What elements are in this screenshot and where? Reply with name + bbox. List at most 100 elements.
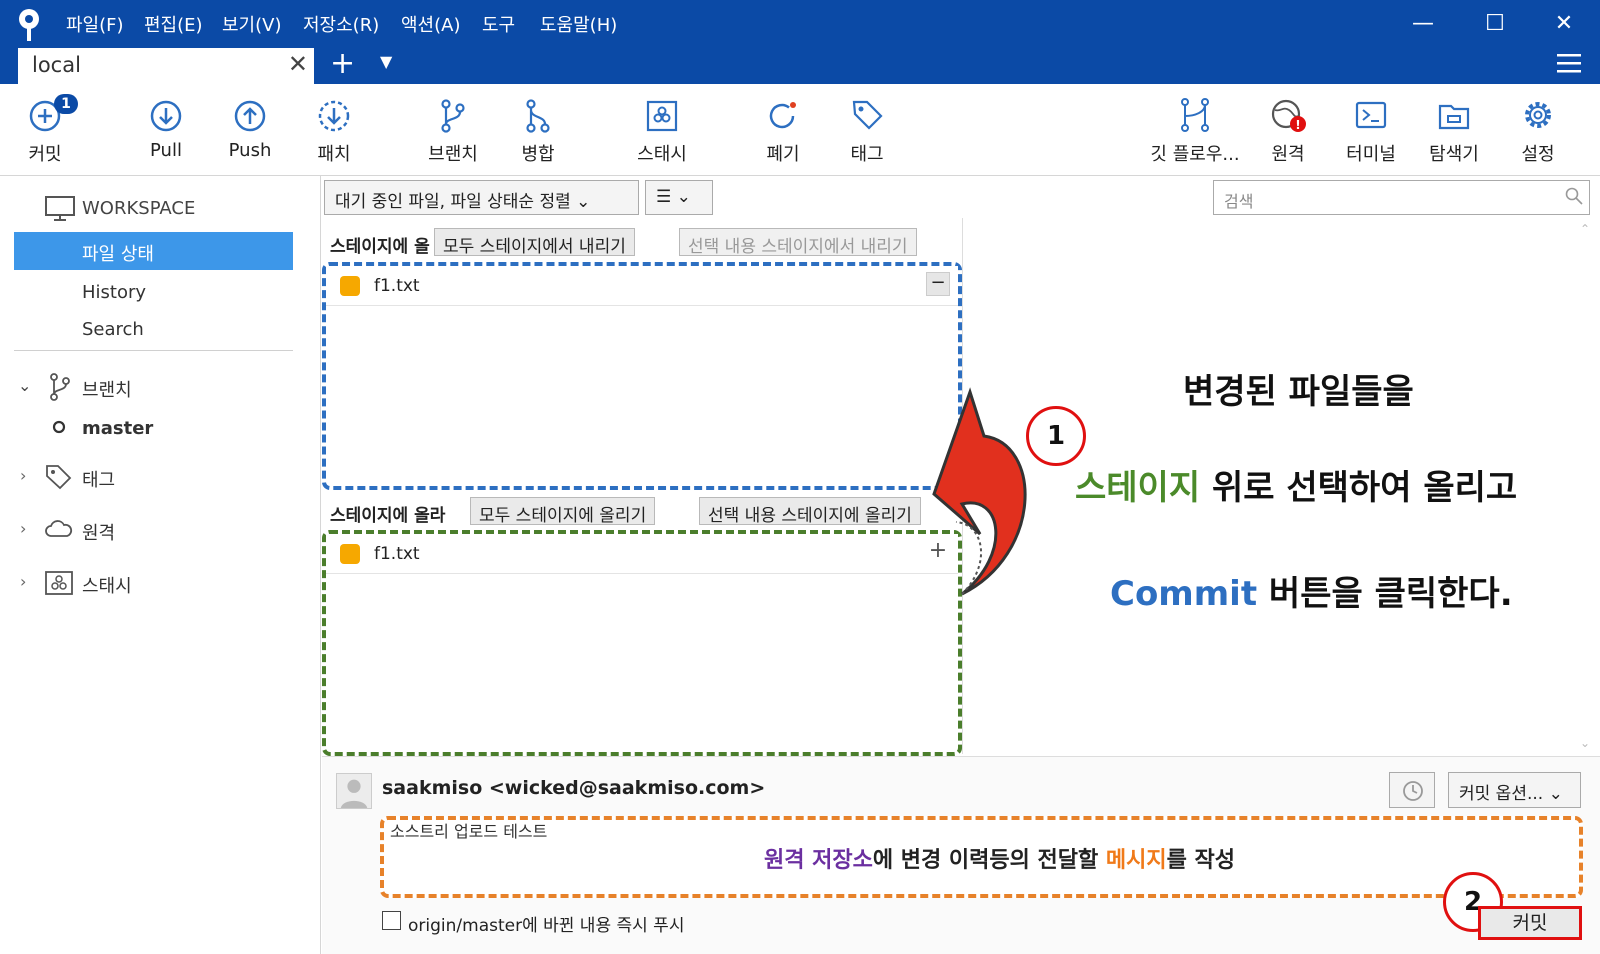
remote-button[interactable]: ! 원격 — [1243, 96, 1333, 166]
gitflow-icon — [1181, 98, 1209, 132]
scroll-up-icon[interactable]: ⌃ — [1580, 222, 1590, 236]
tag-label: 태그 — [850, 144, 884, 165]
gear-icon — [1525, 102, 1551, 128]
discard-button[interactable]: 폐기 — [738, 96, 828, 166]
list-item[interactable]: f1.txt − — [326, 266, 958, 306]
branch-icon — [441, 99, 465, 133]
annotation-line-3: Commit 버튼을 클릭한다. — [1110, 566, 1513, 615]
hamburger-menu-icon[interactable] — [1557, 52, 1581, 74]
patch-button[interactable]: 패치 — [289, 96, 379, 166]
pull-button[interactable]: Pull — [121, 96, 211, 161]
branch-master[interactable]: master — [82, 418, 153, 439]
clock-icon — [1403, 781, 1423, 801]
commit-author: saakmiso <wicked@saakmiso.com> — [382, 777, 766, 799]
list-icon: ☰ — [656, 187, 672, 207]
discard-label: 폐기 — [766, 144, 800, 165]
stash-icon — [646, 100, 678, 132]
sidebar-item-stashes[interactable]: 스태시 — [82, 572, 132, 598]
chevron-down-icon[interactable]: ⌄ — [18, 376, 31, 395]
commit-options-dropdown[interactable]: 커밋 옵션... ⌄ — [1448, 772, 1581, 808]
commit-label: 커밋 — [28, 144, 62, 165]
push-immediately-checkbox[interactable] — [382, 911, 401, 930]
unstage-file-minus-icon[interactable]: − — [926, 272, 950, 296]
annotation-line-1: 변경된 파일들을 — [1183, 372, 1414, 412]
commit-options-label: 커밋 옵션... — [1459, 784, 1544, 804]
red-arrow-graphic — [932, 387, 1027, 596]
modified-file-icon — [340, 544, 360, 564]
sidebar-item-history[interactable]: History — [82, 282, 146, 303]
minimize-button[interactable]: — — [1403, 6, 1443, 42]
menu-tools[interactable]: 도구 — [482, 11, 515, 37]
sourcetree-window: { "menu": ["파일(F)", "편집(E)", "보기(V)", "저… — [0, 0, 1600, 954]
explorer-label: 탐색기 — [1429, 144, 1479, 165]
sidebar-item-file-status[interactable]: 파일 상태 — [14, 232, 293, 270]
gitflow-button[interactable]: 깃 플로우... — [1145, 96, 1245, 166]
sidebar-item-remotes[interactable]: 원격 — [82, 519, 115, 545]
discard-icon — [769, 102, 796, 129]
menu-help[interactable]: 도움말(H) — [540, 11, 617, 37]
branch-button[interactable]: 브랜치 — [408, 96, 498, 166]
search-input[interactable]: 검색 — [1213, 180, 1590, 215]
sidebar-divider — [14, 350, 293, 351]
sidebar-item-branches[interactable]: 브랜치 — [82, 376, 132, 402]
search-placeholder: 검색 — [1224, 192, 1254, 211]
push-button[interactable]: Push — [205, 96, 295, 161]
commit-message-text: 소스트리 업로드 테스트 — [390, 822, 548, 841]
menu-actions[interactable]: 액션(A) — [401, 11, 460, 37]
sort-dropdown[interactable]: 대기 중인 파일, 파일 상태순 정렬 ⌄ — [324, 180, 639, 215]
unstaged-files-header: 스테이지에 올라 — [330, 506, 446, 526]
push-immediately-label: origin/master에 바뀐 내용 즉시 푸시 — [408, 916, 685, 936]
chevron-down-icon: ⌄ — [676, 187, 691, 207]
svg-text:!: ! — [1295, 118, 1300, 132]
remote-globe-icon: ! — [1271, 99, 1306, 132]
chevron-right-icon[interactable]: › — [20, 519, 26, 538]
stage-selected-button[interactable]: 선택 내용 스테이지에 올리기 — [699, 497, 921, 526]
tab-dropdown-icon[interactable]: ▼ — [380, 52, 392, 71]
merge-label: 병합 — [521, 144, 555, 165]
remote-label: 원격 — [1271, 144, 1305, 165]
merge-button[interactable]: 병합 — [493, 96, 583, 166]
unstage-selected-button[interactable]: 선택 내용 스테이지에서 내리기 — [679, 228, 917, 257]
cloud-icon — [45, 520, 73, 537]
stage-all-button[interactable]: 모두 스테이지에 올리기 — [470, 497, 656, 526]
push-icon — [234, 100, 266, 132]
tab-local[interactable]: local ✕ — [18, 48, 314, 84]
sidebar-item-label: 파일 상태 — [82, 244, 154, 265]
tab-close-icon[interactable]: ✕ — [288, 50, 308, 78]
menu-view[interactable]: 보기(V) — [222, 11, 281, 37]
list-item[interactable]: f1.txt + — [326, 534, 958, 574]
unstaged-files-list: f1.txt + — [322, 530, 962, 756]
annotation-line-2-rest: 위로 선택하여 올리고 — [1200, 468, 1518, 508]
commit-history-button[interactable] — [1389, 772, 1435, 808]
explorer-button[interactable]: 탐색기 — [1409, 96, 1499, 166]
chevron-right-icon[interactable]: › — [20, 466, 26, 485]
step-1-marker: 1 — [1026, 406, 1086, 466]
sidebar — [0, 176, 321, 954]
menu-edit[interactable]: 편집(E) — [144, 11, 203, 37]
chevron-down-icon: ⌄ — [576, 192, 591, 212]
tag-icon — [46, 465, 72, 490]
stash-button[interactable]: 스태시 — [617, 96, 707, 166]
stash-label: 스태시 — [637, 144, 687, 165]
view-mode-dropdown[interactable]: ☰ ⌄ — [645, 180, 713, 215]
maximize-button[interactable]: ☐ — [1475, 6, 1515, 42]
chevron-right-icon[interactable]: › — [20, 572, 26, 591]
terminal-button[interactable]: 터미널 — [1326, 96, 1416, 166]
commit-message-annotation: 원격 저장소에 변경 이력등의 전달할 메시지를 작성 — [764, 842, 1235, 874]
workspace-monitor-icon — [45, 196, 75, 221]
new-tab-button[interactable]: + — [330, 46, 355, 81]
merge-icon — [526, 99, 550, 133]
tag-button[interactable]: 태그 — [822, 96, 912, 166]
sidebar-item-tags[interactable]: 태그 — [82, 466, 115, 492]
close-window-button[interactable]: ✕ — [1544, 6, 1584, 42]
sort-dropdown-label: 대기 중인 파일, 파일 상태순 정렬 — [335, 192, 571, 212]
push-label: Push — [228, 140, 272, 161]
scroll-down-icon[interactable]: ⌄ — [1580, 736, 1590, 750]
annotation-remote-repo: 원격 저장소 — [764, 848, 873, 873]
unstage-all-button[interactable]: 모두 스테이지에서 내리기 — [434, 228, 635, 257]
menu-repository[interactable]: 저장소(R) — [303, 11, 379, 37]
settings-button[interactable]: 설정 — [1493, 96, 1583, 166]
sidebar-item-search[interactable]: Search — [82, 319, 144, 340]
menu-file[interactable]: 파일(F) — [66, 11, 124, 37]
commit-button[interactable]: 커밋 — [1478, 906, 1582, 940]
